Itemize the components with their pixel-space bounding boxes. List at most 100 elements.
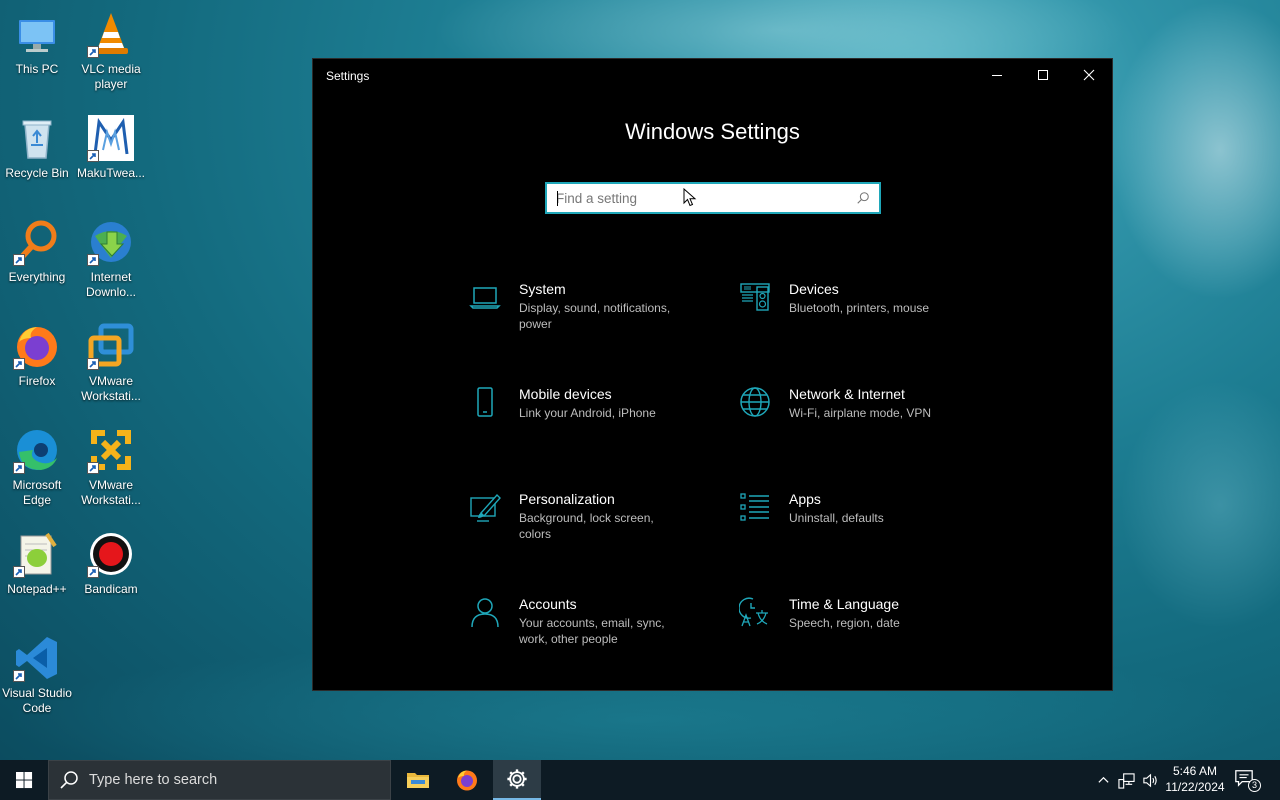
person-icon (469, 596, 501, 628)
category-devices[interactable]: Devices Bluetooth, printers, mouse (737, 279, 987, 351)
vmware-player-icon (87, 426, 135, 474)
start-button[interactable] (0, 760, 48, 800)
category-title: System (519, 281, 566, 297)
shortcut-arrow-icon (13, 670, 25, 682)
clock-time: 5:46 AM (1172, 764, 1218, 778)
category-description: Your accounts, email, sync, work, other … (519, 616, 665, 646)
category-network-internet[interactable]: Network & Internet Wi-Fi, airplane mode,… (737, 384, 987, 456)
shortcut-arrow-icon (13, 254, 25, 266)
find-setting-search[interactable] (545, 182, 881, 214)
category-mobile-devices[interactable]: Mobile devices Link your Android, iPhone (467, 384, 717, 456)
desktop-icon-label: Everything (8, 270, 66, 284)
desktop-icon-this-pc[interactable]: This PC (0, 6, 74, 102)
desktop-icon-label: Notepad++ (7, 582, 67, 596)
taskbar: Type here to search 5:46 AM 11/22/2024 3 (0, 760, 1280, 800)
desktop-icon-makutweaker[interactable]: MakuTwea... (74, 110, 148, 206)
taskbar-search-placeholder: Type here to search (89, 772, 218, 788)
settings-window: Settings Windows Settings System Display… (312, 58, 1113, 691)
desktop-icon-label: MakuTwea... (76, 166, 146, 180)
maximize-button[interactable] (1020, 59, 1066, 91)
title-bar[interactable]: Settings (313, 59, 1112, 91)
desktop-icon-bandicam[interactable]: Bandicam (74, 526, 148, 622)
shortcut-arrow-icon (13, 462, 25, 474)
firefox-icon (13, 322, 61, 370)
desktop-icon-microsoft-edge[interactable]: Microsoft Edge (0, 422, 74, 518)
network-status-button[interactable] (1116, 770, 1136, 790)
clock-date: 11/22/2024 (1165, 780, 1225, 794)
category-title: Personalization (519, 491, 615, 507)
devices-icon (739, 281, 771, 313)
notification-count-badge: 3 (1248, 779, 1261, 792)
shortcut-arrow-icon (87, 150, 99, 162)
globe-icon (739, 386, 771, 418)
category-description: Speech, region, date (789, 616, 900, 630)
taskbar-clock[interactable]: 5:46 AM 11/22/2024 (1160, 763, 1230, 795)
taskbar-file-explorer[interactable] (394, 760, 442, 800)
category-accounts[interactable]: Accounts Your accounts, email, sync, wor… (467, 594, 717, 666)
desktop-icon-vscode[interactable]: Visual Studio Code (0, 630, 74, 726)
desktop-icon-vmware-player[interactable]: VMware Workstati... (74, 422, 148, 518)
close-button[interactable] (1066, 59, 1112, 91)
edge-icon (13, 426, 61, 474)
search-icon[interactable] (852, 187, 874, 209)
action-center-button[interactable]: 3 (1234, 768, 1262, 794)
desktop-icon-internet-download-manager[interactable]: Internet Downlo... (74, 214, 148, 310)
minimize-button[interactable] (974, 59, 1020, 91)
speaker-icon (1142, 773, 1157, 787)
shortcut-arrow-icon (87, 566, 99, 578)
desktop-icon-vlc[interactable]: VLC media player (74, 6, 148, 102)
network-icon (1117, 772, 1135, 789)
category-personalization[interactable]: Personalization Background, lock screen,… (467, 489, 717, 561)
desktop-icon-label: This PC (15, 62, 59, 76)
desktop-icon-label: Internet Downlo... (85, 270, 137, 299)
category-description: Background, lock screen, colors (519, 511, 654, 541)
windows-logo-icon (15, 771, 32, 788)
category-apps[interactable]: Apps Uninstall, defaults (737, 489, 987, 561)
desktop-icon-label: Firefox (18, 374, 56, 388)
category-description: Wi-Fi, airplane mode, VPN (789, 406, 932, 420)
show-hidden-icons-button[interactable] (1093, 770, 1113, 790)
maximize-icon (1038, 70, 1048, 80)
window-title: Settings (326, 69, 370, 83)
laptop-icon (469, 281, 501, 313)
desktop-icon-firefox[interactable]: Firefox (0, 318, 74, 414)
category-time-language[interactable]: Time & Language Speech, region, date (737, 594, 987, 666)
category-description: Link your Android, iPhone (519, 406, 656, 420)
vscode-icon (13, 634, 61, 682)
this-pc-icon (13, 10, 61, 58)
recycle-bin-icon (13, 114, 61, 162)
desktop-icon-label: Bandicam (84, 582, 138, 596)
mouse-pointer-icon (683, 188, 697, 207)
firefox-icon (457, 770, 477, 791)
desktop-icon-recycle-bin[interactable]: Recycle Bin (0, 110, 74, 206)
category-description: Display, sound, notifications, power (519, 301, 671, 331)
bandicam-icon (87, 530, 135, 578)
desktop-icon-everything[interactable]: Everything (0, 214, 74, 310)
category-title: Network & Internet (789, 386, 905, 402)
desktop-icon-vmware-workstation[interactable]: VMware Workstati... (74, 318, 148, 414)
internet-download-manager-icon (87, 218, 135, 266)
category-title: Accounts (519, 596, 577, 612)
vmware-workstation-icon (87, 322, 135, 370)
desktop-icon-label: Microsoft Edge (12, 478, 62, 507)
time-language-icon (739, 596, 771, 628)
category-description: Bluetooth, printers, mouse (789, 301, 930, 315)
taskbar-settings[interactable] (493, 760, 541, 800)
everything-search-icon (13, 218, 61, 266)
vlc-icon (87, 10, 135, 58)
minimize-icon (992, 75, 1002, 76)
desktop-icon-label: VMware Workstati... (81, 374, 141, 403)
desktop-icon-label: Recycle Bin (5, 166, 69, 180)
file-explorer-icon (407, 773, 429, 788)
desktop-icon-label: Visual Studio Code (2, 686, 72, 715)
taskbar-search-box[interactable]: Type here to search (48, 760, 391, 800)
taskbar-firefox[interactable] (443, 760, 491, 800)
apps-list-icon (739, 491, 771, 523)
desktop-icon-label: VLC media player (81, 62, 141, 91)
search-input[interactable] (547, 184, 852, 212)
category-title: Mobile devices (519, 386, 612, 402)
volume-button[interactable] (1140, 770, 1160, 790)
category-system[interactable]: System Display, sound, notifications, po… (467, 279, 717, 351)
desktop-icon-notepadpp[interactable]: Notepad++ (0, 526, 74, 622)
category-title: Time & Language (789, 596, 899, 612)
